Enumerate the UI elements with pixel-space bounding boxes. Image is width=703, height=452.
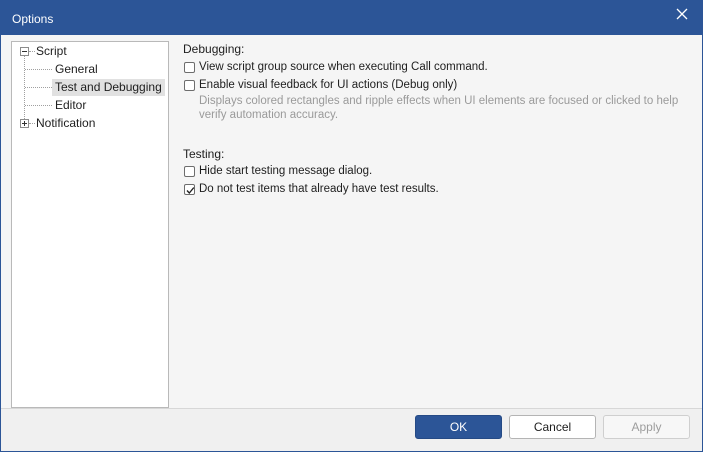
tree-item-notification[interactable]: Notification	[33, 115, 98, 132]
category-tree[interactable]: Script General Test and Debugging Editor…	[11, 41, 169, 408]
visual-feedback-option[interactable]: Enable visual feedback for UI actions (D…	[184, 77, 457, 93]
tree-item-general[interactable]: General	[52, 61, 101, 78]
tree-item-label: Notification	[36, 116, 96, 130]
hide-start-message-checkbox[interactable]	[184, 165, 195, 177]
dialog-footer: OK Cancel Apply	[1, 409, 702, 451]
close-button[interactable]	[674, 6, 690, 22]
tree-item-script[interactable]: Script	[33, 43, 70, 60]
testing-section-title: Testing:	[183, 147, 225, 161]
checkbox-label: Enable visual feedback for UI actions (D…	[199, 79, 458, 91]
visual-feedback-checkbox[interactable]	[184, 79, 195, 91]
close-icon	[676, 8, 688, 20]
tree-connector	[24, 56, 25, 123]
tree-item-label: Script	[36, 44, 67, 58]
visual-feedback-description: Displays colored rectangles and ripple e…	[199, 95, 679, 121]
tree-connector	[25, 105, 52, 106]
tree-item-label: General	[55, 62, 98, 76]
options-dialog: Options Script General Test and Debuggin…	[0, 0, 703, 452]
tree-item-label: Editor	[55, 98, 87, 112]
checkmark-icon	[186, 186, 195, 194]
tree-item-editor[interactable]: Editor	[52, 97, 89, 114]
tree-item-test-and-debugging[interactable]: Test and Debugging	[52, 79, 165, 96]
skip-tested-items-checkbox[interactable]	[184, 183, 195, 195]
checkbox-label: View script group source when executing …	[199, 61, 488, 73]
view-script-source-checkbox[interactable]	[184, 61, 195, 73]
skip-tested-items-option[interactable]: Do not test items that already have test…	[184, 181, 439, 197]
expand-icon[interactable]	[20, 119, 29, 128]
checkbox-label: Do not test items that already have test…	[199, 183, 439, 195]
window-title: Options	[12, 12, 54, 26]
collapse-icon[interactable]	[20, 47, 29, 56]
hide-start-message-option[interactable]: Hide start testing message dialog.	[184, 163, 372, 179]
checkbox-label: Hide start testing message dialog.	[199, 165, 373, 177]
tree-item-label: Test and Debugging	[52, 79, 165, 96]
tree-connector	[25, 69, 52, 70]
cancel-button[interactable]: Cancel	[509, 415, 596, 439]
settings-panel: Debugging: View script group source when…	[169, 41, 699, 408]
apply-button[interactable]: Apply	[603, 415, 690, 439]
debugging-section-title: Debugging:	[183, 42, 245, 56]
ok-button[interactable]: OK	[415, 415, 502, 439]
tree-connector	[25, 87, 52, 88]
view-script-source-option[interactable]: View script group source when executing …	[184, 59, 488, 75]
title-bar: Options	[1, 1, 702, 35]
